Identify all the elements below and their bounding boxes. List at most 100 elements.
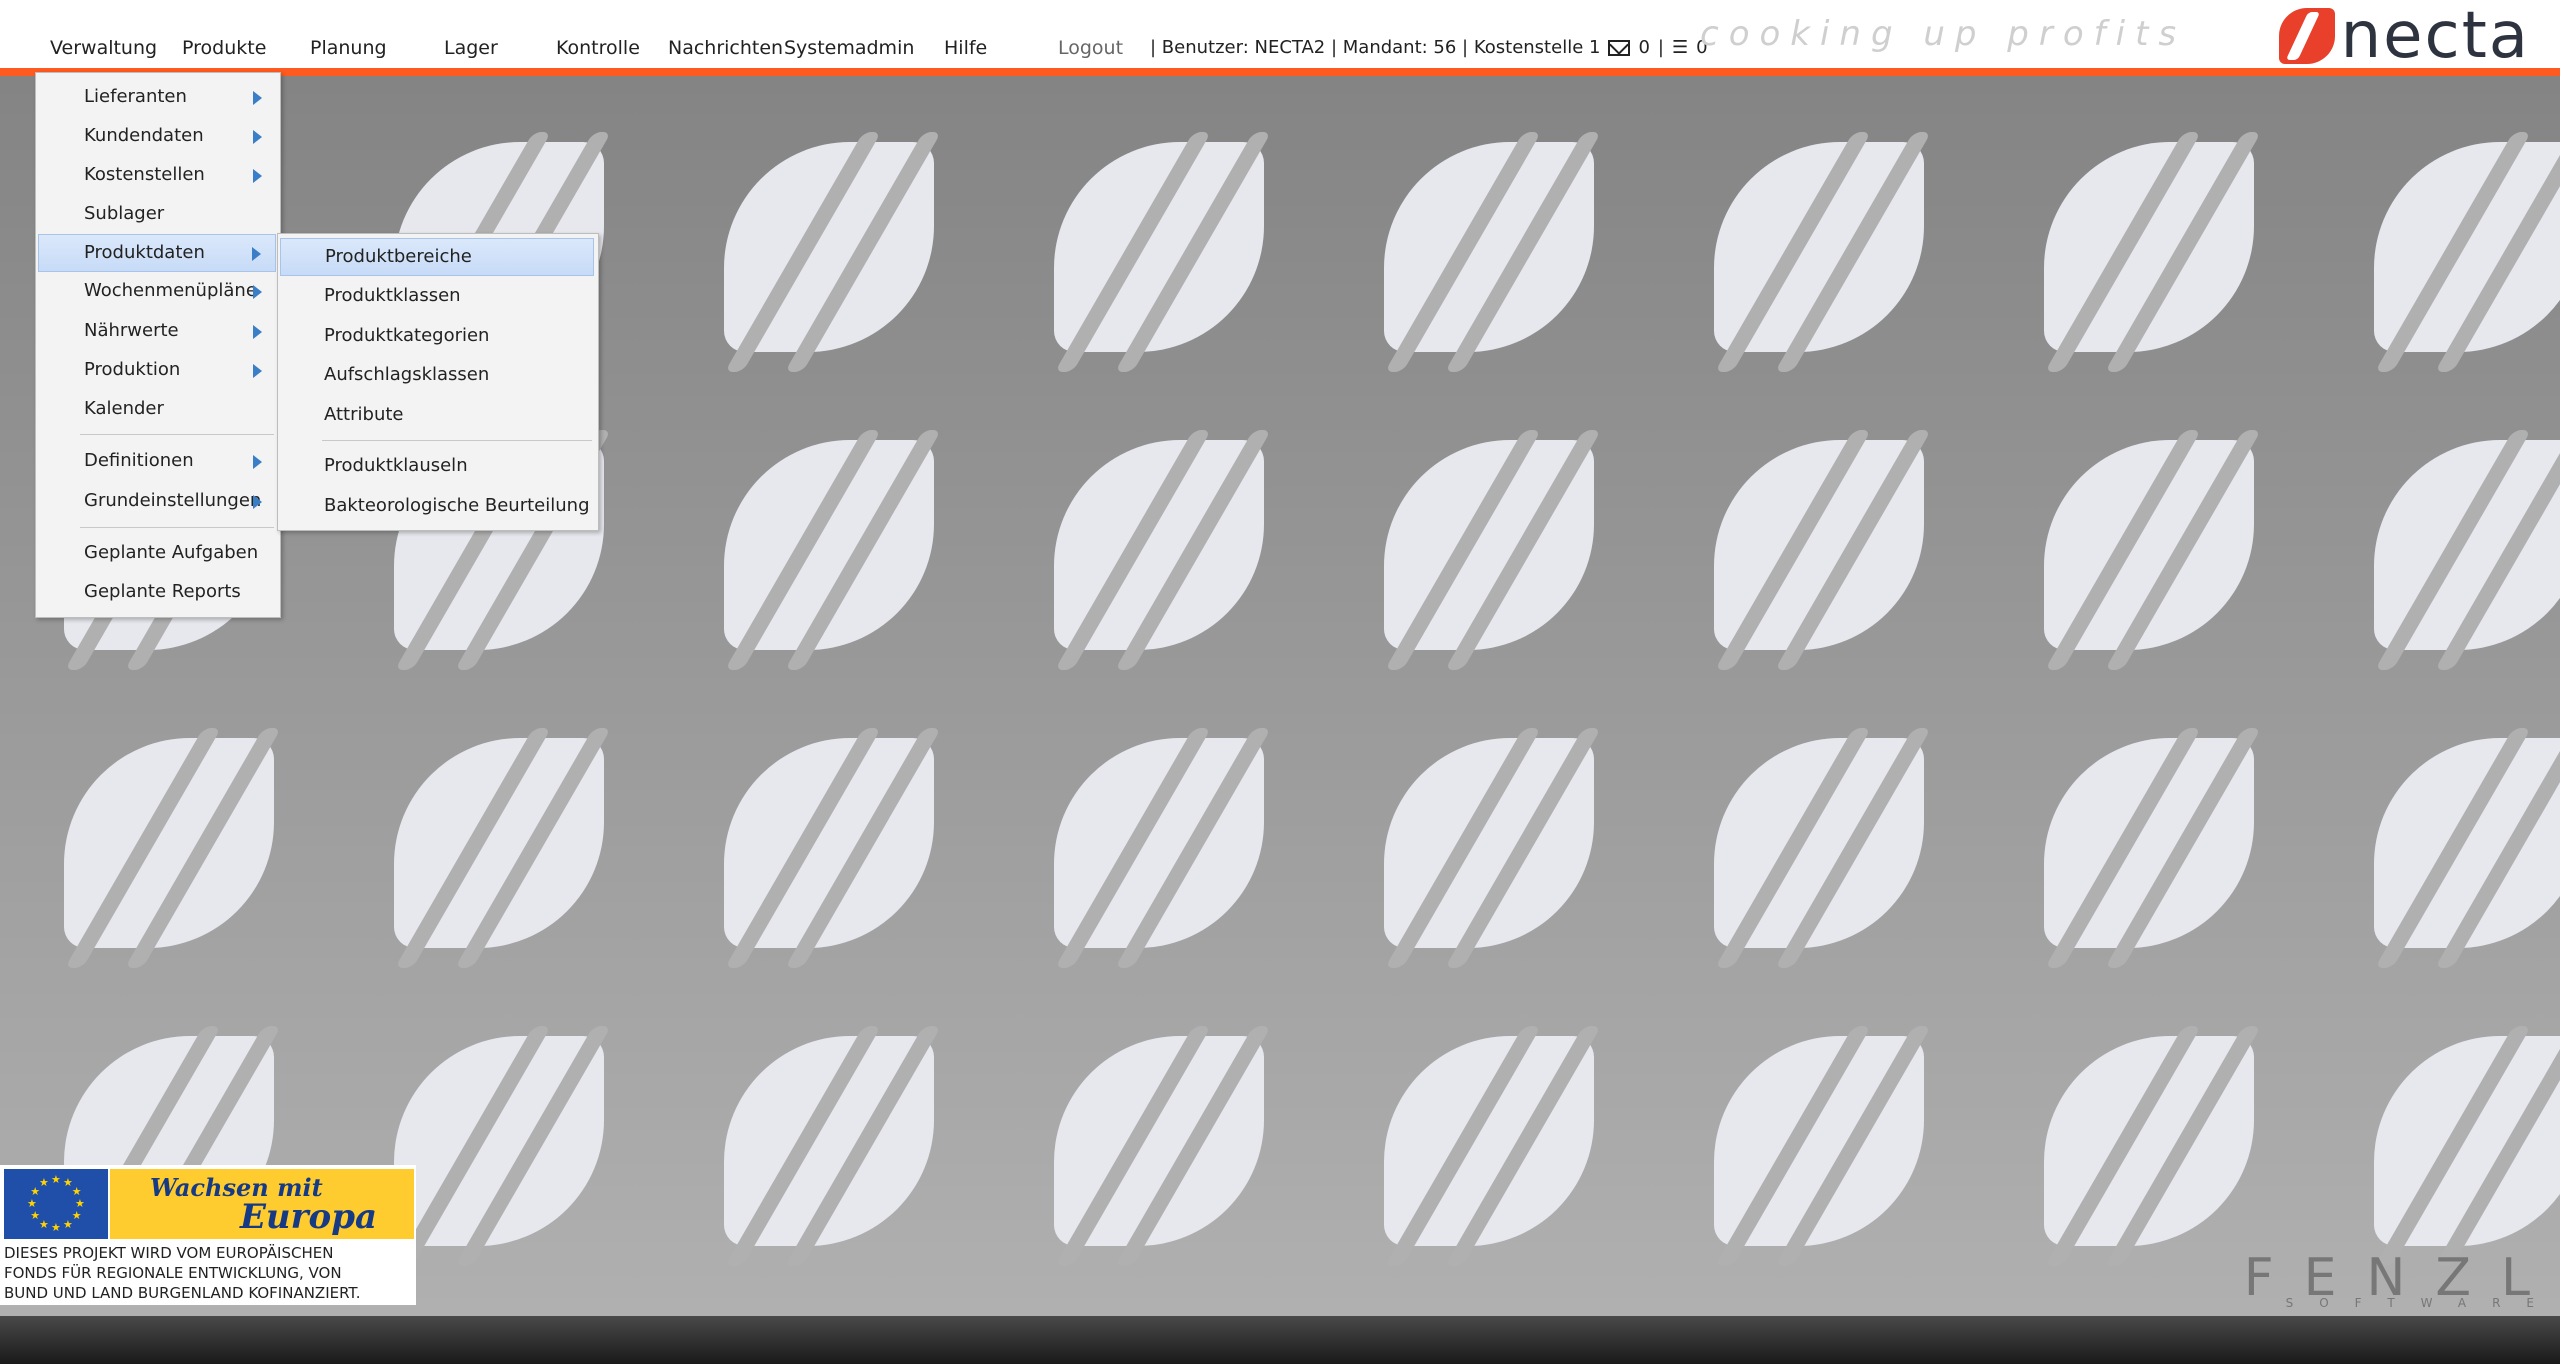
background-leaf-shape: [1054, 440, 1264, 650]
menu-item-label: Produktion: [84, 359, 181, 380]
menu-item-label: Wochenmenüpläne: [84, 280, 257, 301]
background-leaf-shape: [2374, 738, 2560, 948]
eu-banner-text-line: BUND UND LAND BURGENLAND KOFINANZIERT.: [4, 1284, 361, 1302]
menu-item-grundeinstellungen[interactable]: Grundeinstellungen: [38, 483, 276, 519]
background-leaf-shape: [1714, 738, 1924, 948]
task-list-icon[interactable]: ☰: [1672, 32, 1688, 64]
menu-produkte[interactable]: Produkte: [182, 30, 266, 66]
bottom-bar: [0, 1316, 2560, 1364]
top-menubar: Verwaltung Produkte Planung Lager Kontro…: [0, 0, 2560, 73]
status-info: | Benutzer: NECTA2 | Mandant: 56 | Koste…: [1150, 32, 1708, 64]
background-leaf-shape: [724, 738, 934, 948]
background-leaf-shape: [1714, 1036, 1924, 1246]
menu-kontrolle[interactable]: Kontrolle: [556, 30, 640, 66]
eu-star-icon: ★: [51, 1173, 61, 1186]
necta-logo: necta: [2278, 0, 2530, 73]
mail-icon[interactable]: [1608, 40, 1631, 56]
menu-item-label: Produktklauseln: [324, 455, 468, 476]
menu-item-label: Produktbereiche: [325, 246, 472, 267]
menu-item-definitionen[interactable]: Definitionen: [38, 443, 276, 479]
background-leaf-shape: [2044, 738, 2254, 948]
eu-star-icon: ★: [71, 1185, 82, 1198]
submenu-item-produktklauseln[interactable]: Produktklauseln: [280, 448, 594, 484]
menu-item-kalender[interactable]: Kalender: [38, 391, 276, 427]
menu-hilfe[interactable]: Hilfe: [944, 30, 987, 66]
menu-item-label: Produktdaten: [84, 242, 205, 263]
menu-item-lieferanten[interactable]: Lieferanten: [38, 79, 276, 115]
background-leaf-shape: [2044, 440, 2254, 650]
background-leaf-shape: [724, 1036, 934, 1246]
submenu-arrow-icon: [253, 455, 262, 469]
menu-item-wochenmenueplaene[interactable]: Wochenmenüpläne: [38, 273, 276, 309]
menu-item-label: Aufschlagsklassen: [324, 364, 490, 385]
messages-count: 0: [1638, 37, 1650, 58]
menu-item-label: Kalender: [84, 398, 164, 419]
eu-banner-text-line: DIESES PROJEKT WIRD VOM EUROPÄISCHEN: [4, 1244, 334, 1262]
menu-systemadmin[interactable]: Systemadmin: [784, 30, 914, 66]
menu-item-sublager[interactable]: Sublager: [38, 196, 276, 232]
background-leaf-shape: [1384, 440, 1594, 650]
background-leaf-shape: [2374, 1036, 2560, 1246]
eu-star-icon: ★: [27, 1197, 37, 1210]
menu-item-label: Definitionen: [84, 450, 194, 471]
background-leaf-shape: [2374, 440, 2560, 650]
menu-item-label: Bakteorologische Beurteilung: [324, 495, 590, 516]
submenu-item-attribute[interactable]: Attribute: [280, 397, 594, 433]
menu-separator: [80, 527, 274, 528]
necta-logo-icon: [2278, 8, 2335, 64]
background-leaf-shape: [1384, 142, 1594, 352]
menu-item-label: Nährwerte: [84, 320, 179, 341]
submenu-item-bakteorologische-beurteilung[interactable]: Bakteorologische Beurteilung: [280, 488, 594, 524]
eu-star-icon: ★: [51, 1221, 61, 1234]
menu-lager[interactable]: Lager: [444, 30, 498, 66]
menu-item-produktion[interactable]: Produktion: [38, 352, 276, 388]
menu-item-label: Produktkategorien: [324, 325, 490, 346]
background-leaf-shape: [394, 738, 604, 948]
menu-item-kostenstellen[interactable]: Kostenstellen: [38, 157, 276, 193]
menu-item-label: Sublager: [84, 203, 165, 224]
submenu-arrow-icon: [253, 285, 262, 299]
background-leaf-shape: [1714, 440, 1924, 650]
submenu-item-produktkategorien[interactable]: Produktkategorien: [280, 318, 594, 354]
menu-item-label: Geplante Aufgaben: [84, 542, 259, 563]
menu-item-geplante-reports[interactable]: Geplante Reports: [38, 574, 276, 610]
background-leaf-shape: [2044, 142, 2254, 352]
menu-separator: [80, 434, 274, 435]
menu-nachrichten[interactable]: Nachrichten: [668, 30, 783, 66]
submenu-arrow-icon: [253, 495, 262, 509]
menu-item-label: Kundendaten: [84, 125, 204, 146]
accent-bar: [0, 68, 2560, 76]
produktdaten-submenu: Produktbereiche Produktklassen Produktka…: [277, 233, 599, 531]
menu-item-kundendaten[interactable]: Kundendaten: [38, 118, 276, 154]
submenu-arrow-icon: [253, 130, 262, 144]
eu-star-icon: ★: [30, 1209, 41, 1222]
eu-star-icon: ★: [71, 1209, 82, 1222]
menu-item-naehrwerte[interactable]: Nährwerte: [38, 313, 276, 349]
eu-star-icon: ★: [39, 1217, 49, 1231]
submenu-arrow-icon: [253, 325, 262, 339]
tagline: cooking up profits: [1700, 14, 2187, 54]
eu-banner-text: DIESES PROJEKT WIRD VOM EUROPÄISCHEN FON…: [4, 1243, 416, 1303]
submenu-item-produktbereiche[interactable]: Produktbereiche: [280, 238, 594, 276]
fenzl-watermark-subtitle: SOFTWARE: [2285, 1296, 2560, 1310]
menu-item-produktdaten[interactable]: Produktdaten: [38, 234, 276, 272]
submenu-arrow-icon: [253, 169, 262, 183]
menu-item-geplante-aufgaben[interactable]: Geplante Aufgaben: [38, 535, 276, 571]
logo-text: necta: [2340, 0, 2530, 73]
background-leaf-shape: [1054, 738, 1264, 948]
logout-link[interactable]: Logout: [1058, 30, 1123, 66]
menu-planung[interactable]: Planung: [310, 30, 387, 66]
menu-item-label: Lieferanten: [84, 86, 187, 107]
submenu-item-produktklassen[interactable]: Produktklassen: [280, 278, 594, 314]
background-leaf-shape: [724, 142, 934, 352]
background-leaf-shape: [1714, 142, 1924, 352]
background-leaf-shape: [1054, 142, 1264, 352]
eu-banner-title-area: Wachsen mit Europa: [110, 1169, 414, 1239]
menu-verwaltung[interactable]: Verwaltung: [50, 30, 157, 66]
menu-item-label: Grundeinstellungen: [84, 490, 262, 511]
submenu-arrow-icon: [253, 91, 262, 105]
background-leaf-shape: [724, 440, 934, 650]
background-leaf-shape: [64, 738, 274, 948]
eu-star-icon: ★: [63, 1217, 73, 1231]
submenu-item-aufschlagsklassen[interactable]: Aufschlagsklassen: [280, 357, 594, 393]
